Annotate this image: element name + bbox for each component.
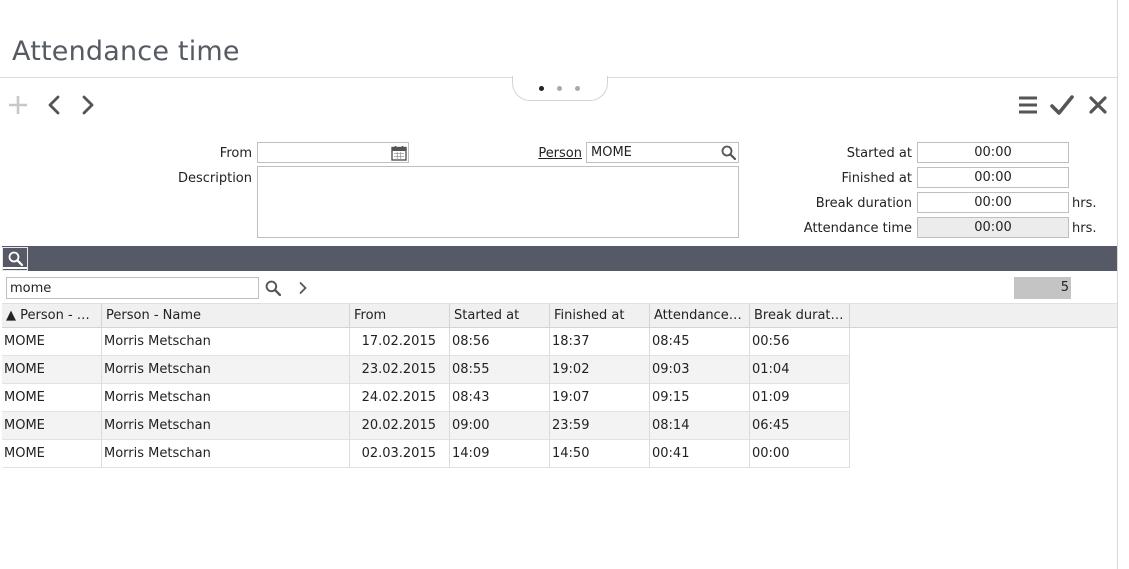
cell-from: 02.03.2015 [350, 440, 450, 467]
cell-started: 08:55 [450, 356, 550, 383]
table-row[interactable]: MOME Morris Metschan 24.02.2015 08:43 19… [2, 384, 850, 412]
cell-name: Morris Metschan [102, 384, 350, 411]
chevron-right-icon [299, 282, 307, 294]
column-header-finished-at[interactable]: Finished at [550, 304, 650, 328]
column-header-started-at[interactable]: Started at [450, 304, 550, 328]
cell-break: 06:45 [750, 412, 850, 439]
person-link[interactable]: Person [538, 146, 582, 161]
checkmark-icon [1050, 95, 1074, 115]
finished-at-label: Finished at [841, 171, 912, 186]
cell-break: 00:56 [750, 328, 850, 355]
menu-button[interactable] [1016, 92, 1040, 118]
cell-finished: 14:50 [550, 440, 650, 467]
cell-finished: 19:02 [550, 356, 650, 383]
confirm-button[interactable] [1050, 92, 1074, 118]
finished-at-field[interactable] [917, 167, 1069, 188]
table-row[interactable]: MOME Morris Metschan 23.02.2015 08:55 19… [2, 356, 850, 384]
attendance-unit: hrs. [1072, 221, 1097, 236]
cell-from: 17.02.2015 [350, 328, 450, 355]
chevron-right-icon [82, 95, 94, 115]
cell-finished: 23:59 [550, 412, 650, 439]
cell-person: MOME [2, 412, 102, 439]
cell-attendance: 08:45 [650, 328, 750, 355]
cell-person: MOME [2, 440, 102, 467]
table-row[interactable]: MOME Morris Metschan 17.02.2015 08:56 18… [2, 328, 850, 356]
cell-person: MOME [2, 356, 102, 383]
column-header-from[interactable]: From [350, 304, 450, 328]
page-dot-1[interactable] [539, 86, 544, 91]
search-icon [265, 280, 281, 296]
cell-break: 01:04 [750, 356, 850, 383]
description-label: Description [177, 171, 252, 186]
page-dot-2[interactable] [557, 86, 562, 91]
break-duration-label: Break duration [815, 196, 912, 211]
next-button[interactable] [76, 92, 100, 118]
table-row[interactable]: MOME Morris Metschan 20.02.2015 09:00 23… [2, 412, 850, 440]
cell-from: 23.02.2015 [350, 356, 450, 383]
search-icon [8, 251, 23, 266]
record-count: 5 [1014, 277, 1071, 299]
attendance-time-value: 00:00 [917, 217, 1069, 238]
column-header-person-short[interactable]: ▲ Person - S... [2, 304, 102, 328]
search-icon [721, 145, 736, 160]
cell-name: Morris Metschan [102, 328, 350, 355]
cell-finished: 19:07 [550, 384, 650, 411]
calendar-button[interactable] [389, 143, 408, 162]
cell-attendance: 09:15 [650, 384, 750, 411]
cell-person: MOME [2, 384, 102, 411]
grid-search-toggle[interactable] [2, 247, 28, 271]
cell-started: 09:00 [450, 412, 550, 439]
grid-filter-next-button[interactable] [294, 278, 312, 298]
column-header-person-name[interactable]: Person - Name [102, 304, 350, 328]
cell-name: Morris Metschan [102, 356, 350, 383]
cell-attendance: 00:41 [650, 440, 750, 467]
description-field[interactable] [257, 166, 739, 238]
hamburger-menu-icon [1019, 96, 1037, 114]
page-title: Attendance time [12, 36, 240, 67]
chevron-left-icon [48, 95, 60, 115]
grid-filter-input[interactable] [6, 277, 259, 299]
grid-filter-search-button[interactable] [263, 278, 283, 298]
grid-toolbar [2, 246, 1117, 271]
started-at-field[interactable] [917, 142, 1069, 163]
window-edge [1117, 0, 1118, 569]
from-date-field[interactable] [257, 142, 409, 163]
attendance-time-label: Attendance time [803, 221, 912, 236]
close-button[interactable] [1086, 92, 1110, 118]
cell-attendance: 09:03 [650, 356, 750, 383]
cell-name: Morris Metschan [102, 440, 350, 467]
column-header-attendance-time[interactable]: Attendance t... [650, 304, 750, 328]
cell-started: 08:56 [450, 328, 550, 355]
cell-from: 24.02.2015 [350, 384, 450, 411]
plus-icon [9, 96, 27, 114]
add-button[interactable] [6, 92, 30, 118]
calendar-icon [390, 145, 407, 161]
person-search-button[interactable] [718, 143, 738, 162]
from-label: From [219, 146, 252, 161]
cell-break: 00:00 [750, 440, 850, 467]
close-icon [1089, 96, 1107, 114]
page-dot-3[interactable] [575, 86, 580, 91]
previous-button[interactable] [42, 92, 66, 118]
person-field[interactable] [586, 142, 739, 163]
cell-finished: 18:37 [550, 328, 650, 355]
cell-person: MOME [2, 328, 102, 355]
cell-break: 01:09 [750, 384, 850, 411]
cell-started: 08:43 [450, 384, 550, 411]
cell-attendance: 08:14 [650, 412, 750, 439]
break-duration-field[interactable] [917, 192, 1069, 213]
break-unit: hrs. [1072, 196, 1097, 211]
table-row[interactable]: MOME Morris Metschan 02.03.2015 14:09 14… [2, 440, 850, 468]
started-at-label: Started at [846, 146, 912, 161]
cell-from: 20.02.2015 [350, 412, 450, 439]
cell-started: 14:09 [450, 440, 550, 467]
cell-name: Morris Metschan [102, 412, 350, 439]
table-header: ▲ Person - S... Person - Name From Start… [2, 303, 1117, 328]
column-header-break-duration[interactable]: Break durati... [750, 304, 850, 328]
